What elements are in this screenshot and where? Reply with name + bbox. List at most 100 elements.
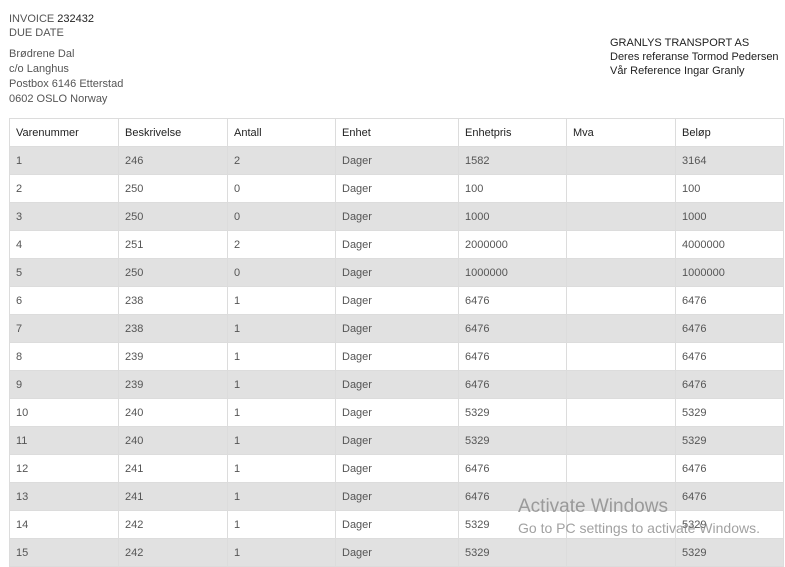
belop-cell: 6476 (675, 370, 784, 399)
antall-cell: 2 (227, 146, 336, 175)
enhet-cell: Dager (335, 370, 459, 399)
mva-cell (566, 342, 676, 371)
enhetpris-cell: 2000000 (458, 230, 567, 259)
mva-cell (566, 482, 676, 511)
enhetpris-cell: 1000000 (458, 258, 567, 287)
varenummer-cell: 4 (9, 230, 119, 259)
varenummer-cell: 14 (9, 510, 119, 539)
antall-cell: 1 (227, 538, 336, 567)
column-header-mva: Mva (566, 118, 676, 147)
mva-cell (566, 454, 676, 483)
invoice-header: INVOICE 232432 DUE DATE Brødrene Dal c/o… (9, 12, 123, 107)
column-header-varenummer: Varenummer (9, 118, 119, 147)
mva-cell (566, 202, 676, 231)
enhet-cell: Dager (335, 174, 459, 203)
beskrivelse-cell: 250 (118, 174, 228, 203)
belop-cell: 5329 (675, 398, 784, 427)
enhetpris-cell: 6476 (458, 286, 567, 315)
beskrivelse-cell: 238 (118, 314, 228, 343)
varenummer-cell: 9 (9, 370, 119, 399)
enhetpris-cell: 5329 (458, 426, 567, 455)
invoice-label: INVOICE (9, 13, 55, 25)
table-row: 11 240 1 Dager 5329 5329 (9, 426, 784, 455)
antall-cell: 0 (227, 258, 336, 287)
table-row: 9 239 1 Dager 6476 6476 (9, 370, 784, 399)
company-info: GRANLYS TRANSPORT AS Deres referanse Tor… (610, 36, 779, 78)
antall-cell: 0 (227, 202, 336, 231)
belop-cell: 5329 (675, 510, 784, 539)
antall-cell: 1 (227, 454, 336, 483)
beskrivelse-cell: 238 (118, 286, 228, 315)
belop-cell: 6476 (675, 482, 784, 511)
invoice-title: INVOICE 232432 (9, 12, 123, 26)
belop-cell: 6476 (675, 286, 784, 315)
column-header-enhet: Enhet (335, 118, 459, 147)
company-name: GRANLYS TRANSPORT AS (610, 37, 750, 49)
enhet-cell: Dager (335, 398, 459, 427)
belop-cell: 1000 (675, 202, 784, 231)
mva-cell (566, 258, 676, 287)
beskrivelse-cell: 239 (118, 342, 228, 371)
antall-cell: 1 (227, 482, 336, 511)
beskrivelse-cell: 251 (118, 230, 228, 259)
antall-cell: 1 (227, 314, 336, 343)
varenummer-cell: 10 (9, 398, 119, 427)
enhetpris-cell: 1582 (458, 146, 567, 175)
enhet-cell: Dager (335, 426, 459, 455)
antall-cell: 1 (227, 370, 336, 399)
mva-cell (566, 174, 676, 203)
column-header-beskrivelse: Beskrivelse (118, 118, 228, 147)
table-row: 7 238 1 Dager 6476 6476 (9, 314, 784, 343)
beskrivelse-cell: 250 (118, 202, 228, 231)
varenummer-cell: 12 (9, 454, 119, 483)
varenummer-cell: 15 (9, 538, 119, 567)
antall-cell: 1 (227, 342, 336, 371)
varenummer-cell: 8 (9, 342, 119, 371)
enhet-cell: Dager (335, 202, 459, 231)
table-body: 1 246 2 Dager 1582 3164 2 250 0 Dager 100 100 3 250 0 D… (9, 146, 784, 567)
enhet-cell: Dager (335, 510, 459, 539)
varenummer-cell: 6 (9, 286, 119, 315)
mva-cell (566, 510, 676, 539)
table-row: 12 241 1 Dager 6476 6476 (9, 454, 784, 483)
enhet-cell: Dager (335, 314, 459, 343)
antall-cell: 0 (227, 174, 336, 203)
table-row: 5 250 0 Dager 1000000 1000000 (9, 258, 784, 287)
customer-city: 0602 OSLO Norway (9, 93, 108, 105)
invoice-number: 232432 (57, 13, 95, 25)
customer-name: Brødrene Dal (9, 48, 75, 60)
mva-cell (566, 398, 676, 427)
beskrivelse-cell: 242 (118, 510, 228, 539)
enhetpris-cell: 5329 (458, 538, 567, 567)
enhet-cell: Dager (335, 230, 459, 259)
belop-cell: 5329 (675, 538, 784, 567)
table-row: 8 239 1 Dager 6476 6476 (9, 342, 784, 371)
customer-co: c/o Langhus (9, 63, 69, 75)
customer-address: Brødrene Dal c/o Langhus Postbox 6146 Et… (9, 47, 123, 107)
beskrivelse-cell: 240 (118, 398, 228, 427)
enhet-cell: Dager (335, 258, 459, 287)
antall-cell: 1 (227, 510, 336, 539)
table-row: 2 250 0 Dager 100 100 (9, 174, 784, 203)
beskrivelse-cell: 250 (118, 258, 228, 287)
belop-cell: 6476 (675, 314, 784, 343)
due-date-label: DUE DATE (9, 27, 64, 39)
varenummer-cell: 11 (9, 426, 119, 455)
our-reference: Vår Reference Ingar Granly (610, 65, 745, 77)
table-row: 13 241 1 Dager 6476 6476 (9, 482, 784, 511)
column-header-antall: Antall (227, 118, 336, 147)
enhetpris-cell: 6476 (458, 454, 567, 483)
antall-cell: 1 (227, 398, 336, 427)
enhetpris-cell: 6476 (458, 370, 567, 399)
table-header-row: Varenummer Beskrivelse Antall Enhet Enhe… (9, 118, 784, 147)
belop-cell: 1000000 (675, 258, 784, 287)
antall-cell: 1 (227, 426, 336, 455)
enhet-cell: Dager (335, 538, 459, 567)
varenummer-cell: 1 (9, 146, 119, 175)
enhetpris-cell: 100 (458, 174, 567, 203)
enhetpris-cell: 5329 (458, 398, 567, 427)
belop-cell: 6476 (675, 454, 784, 483)
column-header-enhetpris: Enhetpris (458, 118, 567, 147)
belop-cell: 4000000 (675, 230, 784, 259)
enhet-cell: Dager (335, 454, 459, 483)
